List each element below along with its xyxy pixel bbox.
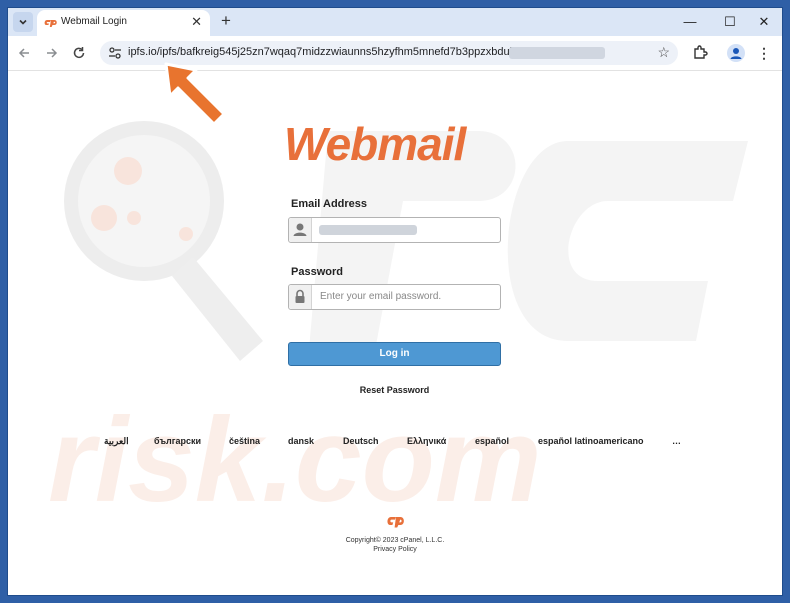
webmail-login-page: risk.com Webmail Email Address Password … — [8, 71, 782, 595]
language-bulgarian[interactable]: български — [154, 436, 201, 446]
cpanel-logo — [387, 517, 404, 528]
warning-arrow-icon — [164, 62, 226, 126]
user-icon — [293, 223, 307, 236]
tab-strip: Webmail Login ✕ + — ☐ ✕ — [8, 8, 782, 36]
reload-icon[interactable] — [69, 43, 89, 63]
tab-search-button[interactable] — [13, 12, 33, 32]
tab-webmail-login[interactable]: Webmail Login ✕ — [37, 10, 210, 36]
person-icon — [730, 48, 742, 59]
lock-icon — [295, 289, 305, 303]
redacted-email-value — [319, 225, 417, 235]
chevron-down-icon — [19, 19, 27, 25]
input-addon — [289, 285, 312, 309]
login-button[interactable]: Log in — [288, 342, 501, 366]
svg-text:risk.com: risk.com — [48, 393, 542, 527]
profile-avatar[interactable] — [727, 44, 745, 62]
more-menu-icon[interactable]: ⋮ — [757, 42, 771, 64]
password-field[interactable]: Enter your email password. — [288, 284, 501, 310]
site-settings-icon[interactable] — [108, 46, 122, 60]
redacted-url-fragment — [509, 47, 605, 59]
language-czech[interactable]: čeština — [229, 436, 260, 446]
extensions-icon[interactable] — [689, 42, 711, 64]
maximize-button[interactable]: ☐ — [716, 12, 744, 32]
input-addon — [289, 218, 312, 242]
close-tab-icon[interactable]: ✕ — [191, 14, 202, 30]
password-placeholder: Enter your email password. — [320, 291, 442, 302]
password-label: Password — [291, 266, 343, 278]
minimize-button[interactable]: — — [676, 12, 704, 32]
tab-title: Webmail Login — [61, 16, 127, 27]
email-label: Email Address — [291, 198, 368, 210]
more-languages-button[interactable]: … — [672, 436, 681, 446]
copyright-text: Copyright© 2023 cPanel, L.L.C. — [345, 537, 445, 544]
language-arabic[interactable]: العربية — [104, 436, 129, 447]
language-spanish-latam[interactable]: español latinoamericano — [538, 436, 644, 446]
back-arrow-icon[interactable] — [14, 43, 34, 63]
privacy-policy-link[interactable]: Privacy Policy — [295, 546, 495, 553]
language-greek[interactable]: Ελληνικά — [407, 436, 446, 446]
language-spanish[interactable]: español — [475, 436, 509, 446]
language-danish[interactable]: dansk — [288, 436, 314, 446]
language-german[interactable]: Deutsch — [343, 436, 379, 446]
cpanel-favicon-icon — [44, 20, 57, 27]
close-window-button[interactable]: ✕ — [750, 12, 778, 32]
browser-window: Webmail Login ✕ + — ☐ ✕ ipfs.io/ipfs/baf… — [8, 8, 782, 595]
url-text: ipfs.io/ipfs/bafkreig545j25zn7wqaq7midzz… — [128, 46, 528, 58]
forward-arrow-icon[interactable] — [42, 43, 62, 63]
star-icon[interactable]: ☆ — [657, 44, 670, 61]
reset-password-link[interactable]: Reset Password — [288, 385, 501, 395]
webmail-logo: Webmail — [284, 118, 466, 170]
language-selector: العربية български čeština dansk Deutsch … — [8, 436, 782, 450]
email-field[interactable] — [288, 217, 501, 243]
browser-toolbar: ipfs.io/ipfs/bafkreig545j25zn7wqaq7midzz… — [8, 36, 782, 71]
new-tab-button[interactable]: + — [216, 11, 236, 31]
